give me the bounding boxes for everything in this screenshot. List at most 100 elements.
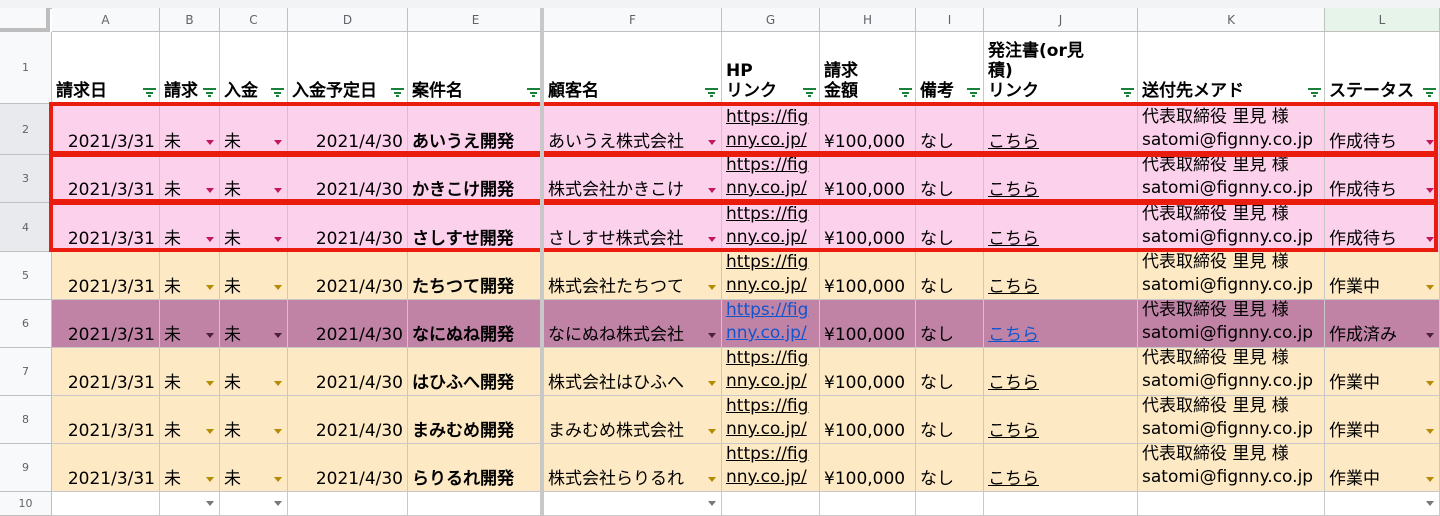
cell-payment-status[interactable]: 未 <box>220 252 288 300</box>
cell-hp-link[interactable]: https://fig nny.co.jp/ <box>722 203 820 252</box>
chevron-down-icon[interactable] <box>206 140 214 145</box>
chevron-down-icon[interactable] <box>274 477 282 482</box>
chevron-down-icon[interactable] <box>206 188 214 193</box>
filter-icon[interactable] <box>143 88 156 97</box>
cell-recipient-email[interactable]: 代表取締役 里見 様 satomi@fignny.co.jp <box>1138 300 1325 348</box>
cell-invoice-status[interactable]: 未 <box>160 203 220 252</box>
cell-invoice-status[interactable]: 未 <box>160 155 220 203</box>
cell-note[interactable]: なし <box>916 104 984 155</box>
cell-client-name[interactable]: 株式会社らりるれ <box>544 444 722 492</box>
filter-icon[interactable] <box>803 88 816 97</box>
chevron-down-icon[interactable] <box>708 333 716 338</box>
chevron-down-icon[interactable] <box>1426 237 1434 242</box>
cell-note[interactable]: なし <box>916 252 984 300</box>
cell-invoice-status[interactable]: 未 <box>160 252 220 300</box>
chevron-down-icon[interactable] <box>274 333 282 338</box>
row-header-9[interactable]: 9 <box>0 444 52 492</box>
header-cell-h[interactable]: 請求 金額 <box>820 32 916 104</box>
chevron-down-icon[interactable] <box>708 188 716 193</box>
cell-status[interactable]: 作業中 <box>1325 252 1440 300</box>
cell-client-name[interactable]: 株式会社はひふへ <box>544 348 722 396</box>
cell-hp-link[interactable]: https://fig nny.co.jp/ <box>722 444 820 492</box>
chevron-down-icon[interactable] <box>1426 501 1434 506</box>
chevron-down-icon[interactable] <box>274 237 282 242</box>
filter-icon[interactable] <box>967 88 980 97</box>
cell-order-link[interactable]: こちら <box>984 300 1138 348</box>
cell-hp-link[interactable]: https://fig nny.co.jp/ <box>722 252 820 300</box>
cell-project-name[interactable]: らりるれ開発 <box>408 444 544 492</box>
cell-status[interactable]: 作業中 <box>1325 396 1440 444</box>
chevron-down-icon[interactable] <box>1426 188 1434 193</box>
chevron-down-icon[interactable] <box>274 429 282 434</box>
header-cell-c[interactable]: 入金 <box>220 32 288 104</box>
row-header-4[interactable]: 4 <box>0 203 52 252</box>
chevron-down-icon[interactable] <box>206 237 214 242</box>
chevron-down-icon[interactable] <box>274 501 282 506</box>
order-link-text[interactable]: こちら <box>988 469 1039 489</box>
cell-invoice-date[interactable]: 2021/3/31 <box>52 300 160 348</box>
cell-hp-link[interactable]: https://fig nny.co.jp/ <box>722 155 820 203</box>
cell-payment-due-date[interactable]: 2021/4/30 <box>288 104 408 155</box>
cell-project-name[interactable]: あいうえ開発 <box>408 104 544 155</box>
cell-project-name[interactable]: まみむめ開発 <box>408 396 544 444</box>
cell-status[interactable]: 作業中 <box>1325 444 1440 492</box>
cell-note[interactable]: なし <box>916 396 984 444</box>
chevron-down-icon[interactable] <box>708 381 716 386</box>
row-header-2[interactable]: 2 <box>0 104 52 155</box>
cell-recipient-email[interactable]: 代表取締役 里見 様 satomi@fignny.co.jp <box>1138 104 1325 155</box>
filter-icon[interactable] <box>527 88 540 97</box>
empty-cell[interactable] <box>544 492 722 516</box>
empty-cell[interactable] <box>820 492 916 516</box>
cell-status[interactable]: 作成済み <box>1325 300 1440 348</box>
empty-cell[interactable] <box>220 492 288 516</box>
cell-note[interactable]: なし <box>916 348 984 396</box>
order-link-text[interactable]: こちら <box>988 132 1039 152</box>
cell-invoice-amount[interactable]: ¥100,000 <box>820 300 916 348</box>
cell-payment-status[interactable]: 未 <box>220 444 288 492</box>
cell-order-link[interactable]: こちら <box>984 252 1138 300</box>
cell-payment-due-date[interactable]: 2021/4/30 <box>288 348 408 396</box>
cell-payment-due-date[interactable]: 2021/4/30 <box>288 155 408 203</box>
cell-client-name[interactable]: 株式会社かきこけ <box>544 155 722 203</box>
cell-hp-link[interactable]: https://fig nny.co.jp/ <box>722 104 820 155</box>
cell-invoice-status[interactable]: 未 <box>160 348 220 396</box>
cell-invoice-status[interactable]: 未 <box>160 104 220 155</box>
row-header-7[interactable]: 7 <box>0 348 52 396</box>
cell-order-link[interactable]: こちら <box>984 104 1138 155</box>
cell-recipient-email[interactable]: 代表取締役 里見 様 satomi@fignny.co.jp <box>1138 396 1325 444</box>
cell-project-name[interactable]: かきこけ開発 <box>408 155 544 203</box>
cell-note[interactable]: なし <box>916 203 984 252</box>
column-header-a[interactable]: A <box>52 8 160 32</box>
order-link-text[interactable]: こちら <box>988 373 1039 393</box>
chevron-down-icon[interactable] <box>1426 333 1434 338</box>
cell-recipient-email[interactable]: 代表取締役 里見 様 satomi@fignny.co.jp <box>1138 203 1325 252</box>
cell-hp-link[interactable]: https://fig nny.co.jp/ <box>722 396 820 444</box>
cell-recipient-email[interactable]: 代表取締役 里見 様 satomi@fignny.co.jp <box>1138 252 1325 300</box>
column-header-f[interactable]: F <box>544 8 722 32</box>
header-cell-b[interactable]: 請求 <box>160 32 220 104</box>
cell-invoice-date[interactable]: 2021/3/31 <box>52 348 160 396</box>
header-cell-f[interactable]: 顧客名 <box>544 32 722 104</box>
order-link-text[interactable]: こちら <box>988 421 1039 441</box>
cell-project-name[interactable]: たちつて開発 <box>408 252 544 300</box>
cell-recipient-email[interactable]: 代表取締役 里見 様 satomi@fignny.co.jp <box>1138 348 1325 396</box>
empty-cell[interactable] <box>916 492 984 516</box>
chevron-down-icon[interactable] <box>206 381 214 386</box>
empty-cell[interactable] <box>288 492 408 516</box>
empty-cell[interactable] <box>52 492 160 516</box>
cell-payment-status[interactable]: 未 <box>220 348 288 396</box>
cell-recipient-email[interactable]: 代表取締役 里見 様 satomi@fignny.co.jp <box>1138 444 1325 492</box>
cell-invoice-status[interactable]: 未 <box>160 444 220 492</box>
cell-status[interactable]: 作成待ち <box>1325 104 1440 155</box>
cell-invoice-amount[interactable]: ¥100,000 <box>820 252 916 300</box>
hp-link-text[interactable]: https://fig nny.co.jp/ <box>726 396 808 441</box>
chevron-down-icon[interactable] <box>1426 140 1434 145</box>
header-cell-i[interactable]: 備考 <box>916 32 984 104</box>
cell-note[interactable]: なし <box>916 300 984 348</box>
cell-order-link[interactable]: こちら <box>984 444 1138 492</box>
cell-order-link[interactable]: こちら <box>984 203 1138 252</box>
chevron-down-icon[interactable] <box>206 429 214 434</box>
cell-note[interactable]: なし <box>916 155 984 203</box>
cell-invoice-date[interactable]: 2021/3/31 <box>52 104 160 155</box>
column-header-d[interactable]: D <box>288 8 408 32</box>
